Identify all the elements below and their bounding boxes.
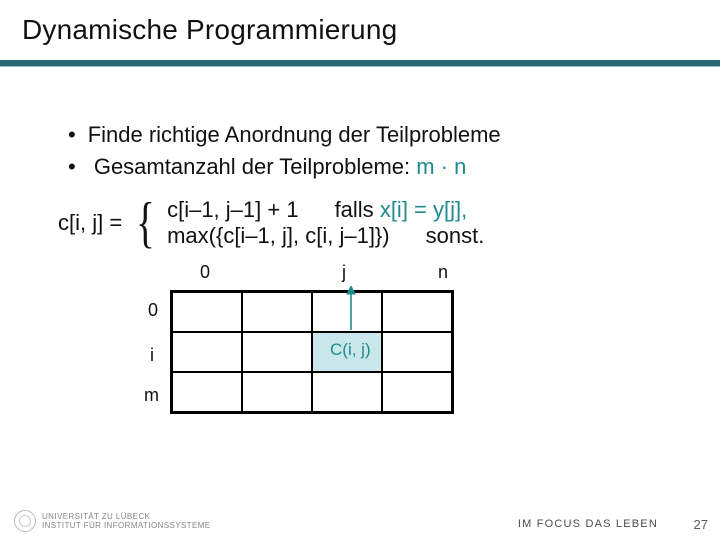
formula-lhs: c[i, j] = xyxy=(58,210,122,236)
grid-cell xyxy=(382,292,452,332)
case1-expr: c[i–1, j–1] + 1 xyxy=(167,197,298,223)
brace-icon: { xyxy=(136,195,155,251)
grid-cell xyxy=(242,372,312,412)
grid-cell xyxy=(242,332,312,372)
footer-org: UNIVERSITÄT ZU LÜBECK INSTITUT FÜR INFOR… xyxy=(42,512,211,530)
grid-cell xyxy=(382,332,452,372)
grid-cell xyxy=(172,372,242,412)
case-row-1: c[i–1, j–1] + 1 falls x[i] = y[j], xyxy=(167,197,484,223)
bullet-2: Gesamtanzahl der Teilprobleme: m · n xyxy=(68,152,501,182)
footer-org1: UNIVERSITÄT ZU LÜBECK xyxy=(42,512,211,521)
bullet-list: Finde richtige Anordnung der Teilproblem… xyxy=(28,120,501,183)
y-label-i: i xyxy=(150,345,154,366)
arrow-icon xyxy=(344,286,358,334)
recurrence-formula: c[i, j] = { c[i–1, j–1] + 1 falls x[i] =… xyxy=(58,195,484,251)
footer-org2: INSTITUT FÜR INFORMATIONSSYSTEME xyxy=(42,521,211,530)
footer-left: UNIVERSITÄT ZU LÜBECK INSTITUT FÜR INFOR… xyxy=(14,510,211,532)
university-seal-icon xyxy=(14,510,36,532)
case1-cond-cond: x[i] = y[j], xyxy=(380,197,467,222)
bullet-1: Finde richtige Anordnung der Teilproblem… xyxy=(68,120,501,150)
complexity: m · n xyxy=(416,154,466,179)
slide-title: Dynamische Programmierung xyxy=(22,14,397,46)
bullet-2-text: Gesamtanzahl der Teilprobleme: xyxy=(94,154,416,179)
dp-grid-figure: 0 j n 0 i m C(i, j) xyxy=(170,290,454,414)
case2-cond: sonst. xyxy=(426,223,485,249)
x-label-n: n xyxy=(438,262,448,283)
page-number: 27 xyxy=(694,517,708,532)
case1-cond: falls x[i] = y[j], xyxy=(335,197,468,223)
title-rule xyxy=(0,60,720,67)
grid-cell xyxy=(382,372,452,412)
y-label-m: m xyxy=(144,385,159,406)
grid-cell xyxy=(242,292,312,332)
case1-cond-prefix: falls xyxy=(335,197,380,222)
case2-expr: max({c[i–1, j], c[i, j–1]}) xyxy=(167,223,390,249)
dp-grid xyxy=(170,290,454,414)
x-label-j: j xyxy=(342,262,346,283)
cell-label: C(i, j) xyxy=(330,340,371,360)
x-label-0: 0 xyxy=(200,262,210,283)
footer-motto: IM FOCUS DAS LEBEN xyxy=(518,518,658,530)
slide: Dynamische Programmierung Finde richtige… xyxy=(0,0,720,540)
formula-cases: c[i–1, j–1] + 1 falls x[i] = y[j], max({… xyxy=(167,197,484,249)
grid-cell xyxy=(312,372,382,412)
case-row-2: max({c[i–1, j], c[i, j–1]}) sonst. xyxy=(167,223,484,249)
y-label-0: 0 xyxy=(148,300,158,321)
grid-cell xyxy=(172,292,242,332)
grid-cell xyxy=(172,332,242,372)
